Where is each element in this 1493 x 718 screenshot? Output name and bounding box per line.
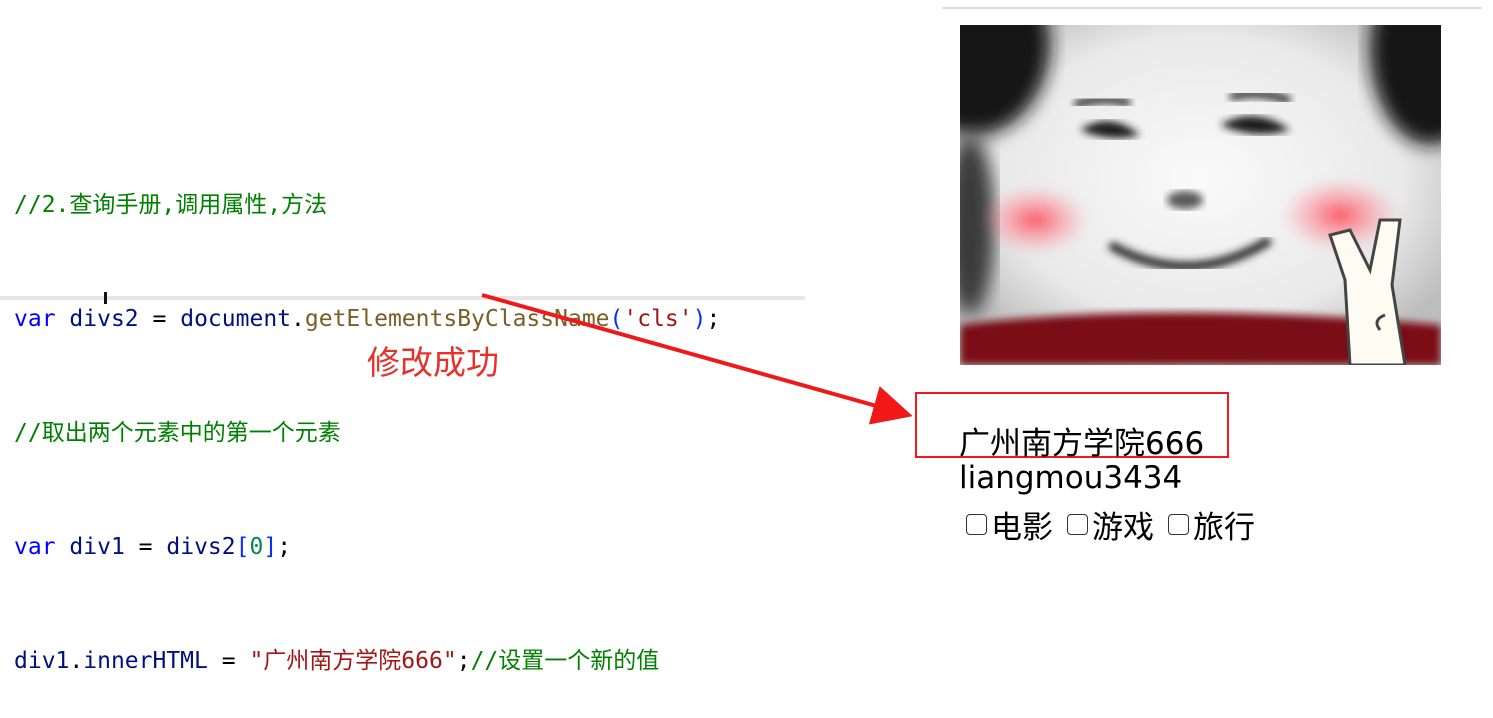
hobby-option-game[interactable]: 游戏: [1067, 502, 1154, 547]
hobby-label: 电影: [991, 510, 1053, 546]
code-line-5: div1.innerHTML = "广州南方学院666";//设置一个新的值: [14, 648, 660, 674]
div1-text: 广州南方学院666: [959, 426, 1205, 462]
operator: =: [221, 648, 236, 674]
div2-text: liangmou3434: [959, 460, 1183, 496]
hobby-option-movie[interactable]: 电影: [966, 502, 1053, 547]
hobby-option-travel[interactable]: 旅行: [1168, 502, 1255, 547]
hobby-checkbox-group: 电影 游戏 旅行: [966, 502, 1269, 547]
hobby-label: 旅行: [1193, 510, 1255, 546]
property: innerHTML: [83, 648, 208, 674]
meme-image: [960, 25, 1441, 365]
checkbox-icon[interactable]: [1067, 514, 1088, 535]
code-comment: //设置一个新的值: [470, 648, 660, 674]
checkbox-icon[interactable]: [1168, 514, 1189, 535]
string-literal: "广州南方学院666": [249, 648, 457, 674]
preview-divider: [942, 7, 1482, 9]
identifier: div1: [14, 648, 70, 674]
hobby-label: 游戏: [1092, 510, 1154, 546]
panda-meme-icon: [960, 25, 1441, 365]
semicolon: ;: [456, 648, 471, 674]
checkbox-icon[interactable]: [966, 514, 987, 535]
